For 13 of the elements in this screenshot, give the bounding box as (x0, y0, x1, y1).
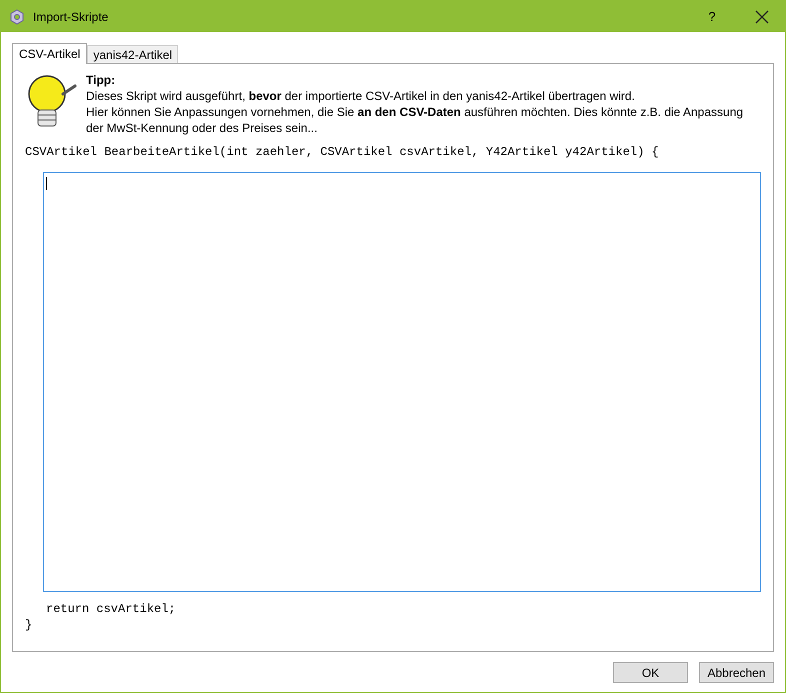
tip-title: Tipp: (86, 72, 116, 88)
tip-text: Hier können Sie Anpassungen vornehmen, die Sie an den CSV-Daten ausführen möchten. Dies könnte z.B. die Anpassung der MwSt-Kennung oder des Preises sein... (86, 104, 744, 136)
ok-button[interactable]: OK (613, 662, 688, 683)
cancel-button[interactable]: Abbrechen (699, 662, 774, 683)
tip-text: Dieses Skript wird ausgeführt, bevor der importierte CSV-Artikel in den yanis42-Artikel übertragen wird. (86, 88, 636, 104)
code-line: CSVArtikel BearbeiteArtikel(int zaehler, CSVArtikel csvArtikel, Y42Artikel y42Artikel) { (25, 144, 660, 160)
window-title: Import-Skripte (33, 10, 108, 24)
tab[interactable]: CSV-Artikel (12, 43, 88, 64)
help-button[interactable]: ? (697, 9, 727, 24)
code-line: } (25, 617, 34, 633)
close-icon (755, 10, 769, 24)
tab[interactable]: yanis42-Artikel (87, 45, 178, 63)
code-line: return csvArtikel; (45, 601, 177, 617)
